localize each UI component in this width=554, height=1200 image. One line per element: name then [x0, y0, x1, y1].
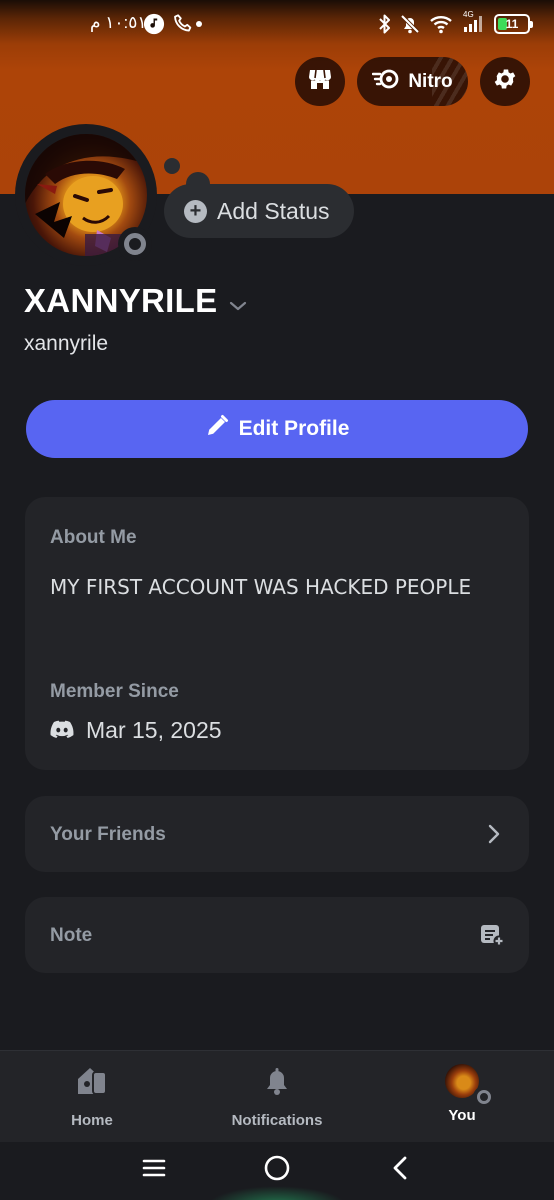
- pencil-icon: [205, 414, 229, 444]
- notification-dot: [196, 21, 202, 27]
- edit-profile-button[interactable]: Edit Profile: [26, 400, 528, 458]
- add-status-button[interactable]: + Add Status: [164, 184, 354, 238]
- avatar: [445, 1064, 495, 1108]
- back-icon: [392, 1155, 408, 1186]
- circle-icon: [264, 1155, 290, 1186]
- chevron-right-icon: [487, 823, 501, 850]
- presence-indicator: [118, 227, 152, 261]
- nav-notifications-label: Notifications: [231, 1112, 323, 1129]
- recents-button[interactable]: [134, 1150, 174, 1190]
- nitro-icon: [372, 68, 400, 96]
- add-note-icon[interactable]: [479, 923, 505, 952]
- discord-icon: [50, 717, 74, 744]
- home-icon: [75, 1064, 109, 1103]
- signal-icon: [462, 14, 484, 34]
- display-name-row[interactable]: XANNYRILE: [24, 282, 247, 320]
- username: xannyrile: [24, 332, 109, 355]
- display-name: XANNYRILE: [24, 282, 218, 319]
- your-friends-row[interactable]: Your Friends: [25, 796, 529, 872]
- wifi-icon: [427, 10, 455, 38]
- clock: ١٠:٥١ م: [90, 13, 147, 32]
- bluetooth-icon: [374, 10, 396, 38]
- settings-button[interactable]: [480, 57, 530, 106]
- member-since-heading: Member Since: [50, 681, 179, 702]
- your-friends-label: Your Friends: [50, 824, 166, 845]
- status-bar: ١٠:٥١ م 4G 11: [0, 0, 554, 48]
- add-status-label: Add Status: [217, 197, 330, 224]
- system-navigation-bar: [0, 1142, 554, 1200]
- nav-notifications[interactable]: Notifications: [212, 1064, 342, 1129]
- nav-home-label: Home: [71, 1112, 113, 1129]
- bell-icon: [260, 1064, 294, 1103]
- phone-icon: [170, 10, 196, 38]
- note-row[interactable]: Note: [25, 897, 529, 973]
- note-label: Note: [50, 925, 93, 946]
- status-bubble-dot: [164, 158, 180, 174]
- nav-you-label: You: [448, 1107, 476, 1124]
- chevron-down-icon: [229, 282, 247, 320]
- member-since-row: Mar 15, 2025: [50, 717, 222, 744]
- shop-icon: [307, 66, 333, 97]
- about-me-text: MY FIRST ACCOUNT WAS HACKED PEOPLE: [50, 575, 472, 599]
- battery-indicator: 11: [494, 14, 533, 34]
- nitro-button[interactable]: Nitro: [357, 57, 468, 106]
- edit-profile-label: Edit Profile: [238, 417, 350, 440]
- nitro-label: Nitro: [408, 70, 453, 92]
- nav-you[interactable]: You: [397, 1064, 527, 1124]
- about-me-heading: About Me: [50, 527, 137, 548]
- battery-level: 11: [505, 17, 519, 31]
- shop-button[interactable]: [295, 57, 345, 106]
- back-button[interactable]: [380, 1150, 420, 1190]
- menu-icon: [142, 1158, 166, 1183]
- member-since-date: Mar 15, 2025: [86, 717, 222, 743]
- nav-home[interactable]: Home: [27, 1064, 157, 1129]
- mute-icon: [398, 10, 422, 38]
- home-button[interactable]: [257, 1150, 297, 1190]
- gear-icon: [492, 66, 518, 97]
- plus-icon: +: [184, 199, 207, 223]
- presence-indicator: [473, 1086, 495, 1108]
